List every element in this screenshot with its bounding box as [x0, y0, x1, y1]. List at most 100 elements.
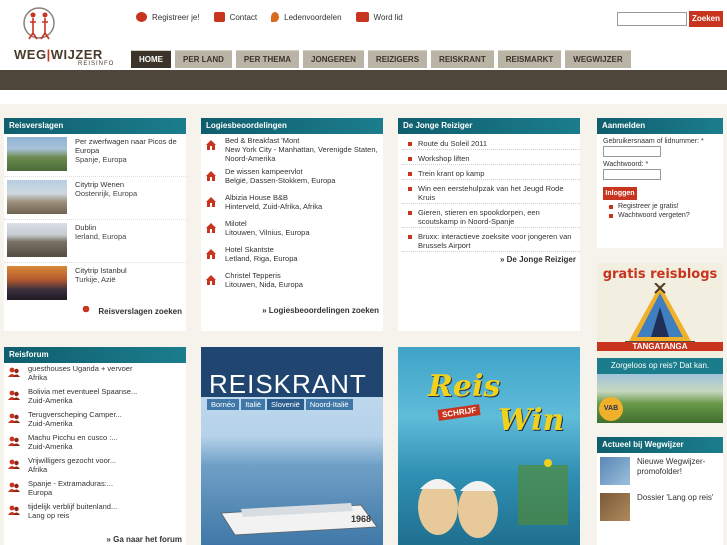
logies-title-text[interactable]: Bed & Breakfast 'Mont [225, 136, 380, 145]
reisverslag-title[interactable]: Per zwerfwagen naar Picos de Europa [75, 137, 183, 155]
forum-panel: Reisforum guesthouses Uganda + vervoer Af… [4, 347, 186, 545]
users-icon [8, 413, 20, 423]
tangatanga-ad[interactable]: gratis reisblogs TANGATANGA Zorgeloos op… [597, 263, 723, 423]
logies-location: Litouwen, Nida, Europa [225, 280, 303, 289]
list-item[interactable]: Bolivia met eventueel Spaanse... Zuid-Ame… [4, 386, 186, 409]
forum-category: Lang op reis [28, 510, 70, 520]
reiskrant-cover[interactable]: REISKRANT Bornéo Italië Slovenië Noord-I… [201, 347, 383, 545]
list-item[interactable]: Dublin Ierland, Europa [4, 220, 186, 263]
nav-jongeren[interactable]: JONGEREN [303, 50, 364, 68]
register-free-link[interactable]: Registreer je gratis! [603, 203, 723, 211]
actueel-thumbnail[interactable] [600, 457, 630, 485]
reisverslag-title[interactable]: Dublin [75, 223, 126, 232]
reisverslag-thumbnail[interactable] [7, 266, 67, 300]
logies-title-text[interactable]: De wissen kampeervlot [225, 167, 335, 176]
logies-title-text[interactable]: Milotel [225, 219, 310, 228]
bullet-icon [408, 187, 412, 191]
reisverslag-title[interactable]: Citytrip Wenen [75, 180, 137, 189]
list-item[interactable]: guesthouses Uganda + vervoer Afrika [4, 363, 186, 386]
house-icon [206, 171, 216, 181]
jonge-item-text[interactable]: Workshop liften [418, 154, 470, 163]
list-item[interactable]: De wissen kampeervlot België, Dassen-Stok… [201, 165, 383, 191]
nav-wegwijzer[interactable]: WEGWIJZER [565, 50, 631, 68]
list-item[interactable]: Gieren, stieren en spookdorpen, een scou… [402, 208, 580, 228]
list-item[interactable]: Win een eerstehulpzak van het Jeugd Rode… [402, 184, 580, 204]
forum-category: Europa [28, 487, 53, 497]
forgot-password-link[interactable]: Wachtwoord vergeten? [603, 212, 723, 220]
reisverslag-thumbnail[interactable] [7, 180, 67, 214]
search-input[interactable] [617, 12, 687, 26]
nav-per-land[interactable]: PER LAND [175, 50, 232, 68]
nav-home[interactable]: HOME [131, 50, 171, 68]
header-band-light [0, 90, 727, 104]
list-item[interactable]: Citytrip Istanbul Turkije, Azië [4, 263, 186, 306]
list-item[interactable]: Dossier 'Lang op reis' [597, 489, 723, 525]
forum-more-link[interactable]: » Ga naar het forum [106, 535, 182, 544]
list-item[interactable]: Hotel Skantste Letland, Riga, Europa [201, 243, 383, 269]
list-item[interactable]: Trein krant op kamp [402, 169, 580, 180]
house-icon [206, 249, 216, 259]
logies-title: Logiesbeoordelingen [201, 118, 383, 134]
become-member-link[interactable]: Word lid [355, 12, 403, 22]
nav-reiskrant[interactable]: REISKRANT [431, 50, 494, 68]
member-benefits-link[interactable]: Ledenvoordelen [271, 12, 342, 22]
register-link[interactable]: Registreer je! [136, 12, 200, 22]
actueel-item-text[interactable]: Dossier 'Lang op reis' [637, 493, 713, 503]
contact-link[interactable]: Contact [213, 12, 258, 22]
reisverslag-title[interactable]: Citytrip Istanbul [75, 266, 127, 275]
mail-icon [213, 12, 225, 22]
nav-reizigers[interactable]: REIZIGERS [367, 50, 428, 68]
jonge-item-text[interactable]: Bruxx: interactieve zoeksite voor jonger… [418, 232, 580, 250]
reisverslag-thumbnail[interactable] [7, 137, 67, 171]
list-item[interactable]: Bruxx: interactieve zoeksite voor jonger… [402, 232, 580, 252]
list-item[interactable]: Citytrip Wenen Oostenrijk, Europa [4, 177, 186, 220]
logies-title-text[interactable]: Albizia House B&B [225, 193, 322, 202]
actueel-item-text[interactable]: Nieuwe Wegwijzer-promofolder! [637, 457, 720, 477]
list-item[interactable]: Route du Soleil 2011 [402, 139, 580, 150]
jonge-reiziger-title: De Jonge Reiziger [398, 118, 580, 134]
bullet-icon [408, 157, 412, 161]
wegwijzer-logo[interactable]: WEG|WIJZER REISINFO [6, 3, 113, 67]
card-icon [355, 12, 369, 22]
jonge-reiziger-more-link[interactable]: » De Jonge Reiziger [500, 255, 576, 264]
become-member-label: Word lid [373, 12, 403, 22]
cover-tag: Bornéo [207, 399, 240, 410]
reisverslag-location: Ierland, Europa [75, 232, 127, 241]
reisverslag-thumbnail[interactable] [7, 223, 67, 257]
jonge-item-text[interactable]: Gieren, stieren en spookdorpen, een scou… [418, 208, 580, 226]
reis-win-ad[interactable]: Reis SCHRIJF Win [398, 347, 580, 545]
list-item[interactable]: tijdelijk verblijf buitenland... Lang op … [4, 501, 186, 524]
nav-per-thema[interactable]: PER THEMA [235, 50, 300, 68]
bullet-icon [408, 235, 412, 239]
jonge-item-text[interactable]: Trein krant op kamp [418, 169, 484, 178]
search-button[interactable]: Zoeken [689, 11, 723, 27]
jonge-item-text[interactable]: Route du Soleil 2011 [418, 139, 487, 148]
reisverslag-location: Spanje, Europa [75, 155, 127, 164]
header-band [0, 70, 727, 90]
reisverslagen-more-link[interactable]: Reisverslagen zoeken [80, 306, 182, 316]
login-button[interactable]: Inloggen [603, 187, 637, 200]
jonge-item-text[interactable]: Win een eerstehulpzak van het Jeugd Rode… [418, 184, 580, 202]
actueel-thumbnail[interactable] [600, 493, 630, 521]
list-item[interactable]: Milotel Litouwen, Vilnius, Europa [201, 217, 383, 243]
list-item[interactable]: Machu Picchu en cusco :... Zuid-Amerika [4, 432, 186, 455]
register-free-label: Registreer je gratis! [618, 203, 679, 210]
contact-link-label: Contact [229, 12, 258, 22]
list-item[interactable]: Workshop liften [402, 154, 580, 165]
logies-title-text[interactable]: Christel Tepperis [225, 271, 303, 280]
list-item[interactable]: Per zwerfwagen naar Picos de Europa Spanj… [4, 134, 186, 177]
list-item[interactable]: Christel Tepperis Litouwen, Nida, Europa [201, 269, 383, 295]
list-item[interactable]: Vrijwilligers gezocht voor... Afrika [4, 455, 186, 478]
list-item[interactable]: Albizia House B&B Hinterveld, Zuid-Afrika… [201, 191, 383, 217]
forum-category: Zuid-Amerika [28, 395, 73, 405]
password-field[interactable] [603, 169, 661, 180]
nav-reismarkt[interactable]: REISMARKT [497, 50, 562, 68]
logies-more-link[interactable]: » Logiesbeoordelingen zoeken [262, 306, 379, 315]
list-item[interactable]: Bed & Breakfast 'Mont New York City - Man… [201, 134, 383, 165]
list-item[interactable]: Terugverscheping Camper... Zuid-Amerika [4, 409, 186, 432]
username-field[interactable] [603, 146, 661, 157]
logies-title-text[interactable]: Hotel Skantste [225, 245, 298, 254]
boat-number: 1968 [351, 514, 372, 524]
list-item[interactable]: Nieuwe Wegwijzer-promofolder! [597, 453, 723, 489]
list-item[interactable]: Spanje - Extramaduras:... Europa [4, 478, 186, 501]
